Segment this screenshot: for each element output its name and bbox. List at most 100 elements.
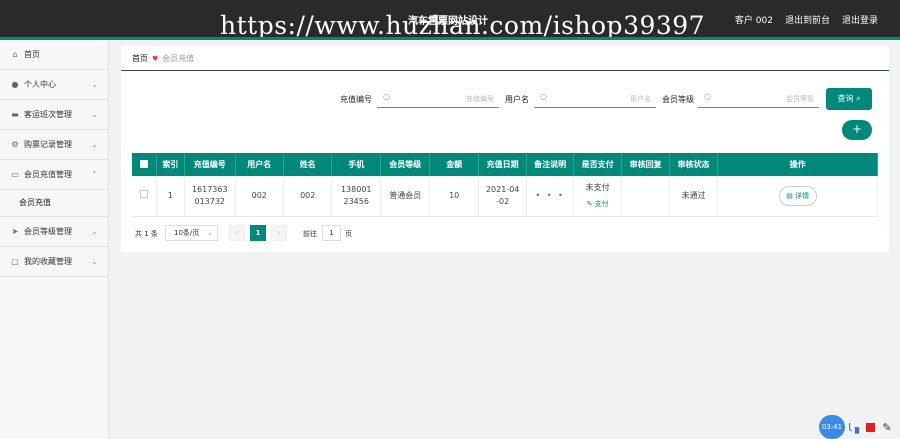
- search-icon: ○: [704, 92, 711, 101]
- cell-phone: 13800123456: [331, 176, 381, 217]
- search-label-recharge-no: 充值编号: [340, 95, 372, 104]
- tool-strip: Ɩ ▖ ✎: [848, 419, 892, 435]
- sidebar-item-label: 会员等级管理: [24, 227, 72, 236]
- sidebar-item-favorites[interactable]: ▢ 我的收藏管理 ⌄: [0, 247, 108, 277]
- cell-recharge-no: 1617363013732: [184, 176, 236, 217]
- record-stop-icon[interactable]: [866, 422, 876, 432]
- cell-date: 2021-04-02: [478, 176, 528, 217]
- cell-index: 1: [156, 176, 186, 217]
- cell-level: 普通会员: [380, 176, 431, 217]
- cell-pay-status: 未支付 ✎ 支付: [573, 176, 623, 217]
- query-button-label: 查询: [837, 94, 854, 103]
- sidebar-subitem-recharge[interactable]: 会员充值: [0, 190, 108, 217]
- cell-actions: ▤ 详情: [717, 176, 878, 217]
- search-input-username[interactable]: ○ 用户名: [534, 90, 656, 108]
- sidebar-item-tickets[interactable]: ⚙ 购票记录管理 ⌄: [0, 130, 108, 160]
- column-header: 充值编号: [184, 153, 236, 176]
- search-input-level[interactable]: ○ 会员等级: [698, 90, 819, 108]
- main-card: 首页 ♥ 会员充值 充值编号 ○ 充值编号 用户名 ○ 用户名 会员等级 ○ 会员等…: [121, 46, 889, 252]
- column-header: 索引: [156, 153, 186, 176]
- sidebar-item-label: 客运班次管理: [24, 110, 72, 119]
- clock-badge[interactable]: 03:41: [819, 415, 845, 439]
- table-header-row: 索引 充值编号 用户名 姓名 手机 会员等级 金额 充值日期 备注说明 是否支付…: [132, 153, 878, 176]
- sidebar-item-home[interactable]: ⌂ 首页: [0, 40, 108, 70]
- sidebar-item-recharge[interactable]: ▭ 会员充值管理 ⌃: [0, 160, 108, 190]
- column-header: 用户名: [235, 153, 285, 176]
- user-menu: 客户 002 退出到前台 退出登录: [735, 13, 878, 26]
- remark-ellipsis[interactable]: • • •: [536, 191, 565, 200]
- user-icon: ●: [11, 80, 19, 89]
- cell-review-status: 未通过: [669, 176, 719, 217]
- recharge-table: 索引 充值编号 用户名 姓名 手机 会员等级 金额 充值日期 备注说明 是否支付…: [132, 153, 878, 217]
- column-header: 手机: [331, 153, 381, 176]
- chevron-down-icon: ⌄: [91, 140, 98, 149]
- search-input-recharge-no[interactable]: ○ 充值编号: [377, 90, 499, 108]
- detail-button[interactable]: ▤ 详情: [778, 185, 817, 206]
- sidebar-item-schedule[interactable]: ▬ 客运班次管理 ⌄: [0, 100, 108, 130]
- sidebar-item-label: 会员充值管理: [24, 170, 72, 179]
- chevron-down-icon: ⌄: [91, 227, 98, 236]
- pay-link[interactable]: ✎ 支付: [574, 198, 621, 210]
- cell-username: 002: [235, 176, 285, 217]
- chevron-down-icon: ⌄: [207, 229, 213, 237]
- monitor-icon: ▬: [11, 110, 19, 119]
- cell-remark: • • •: [526, 176, 574, 217]
- add-button[interactable]: +: [842, 120, 872, 140]
- column-header: 审核状态: [669, 153, 719, 176]
- column-header: 会员等级: [380, 153, 431, 176]
- accent-line: [0, 37, 900, 40]
- page-size-value: 10条/页: [174, 229, 200, 237]
- column-header: 备注说明: [526, 153, 574, 176]
- detail-icon: ▤: [786, 191, 793, 200]
- page-number-current[interactable]: 1: [250, 225, 266, 241]
- sidebar-item-level[interactable]: ➤ 会员等级管理 ⌄: [0, 217, 108, 247]
- breadcrumb: 首页 ♥ 会员充值: [121, 46, 889, 71]
- cell-name: 002: [283, 176, 333, 217]
- chevron-down-icon: ⌄: [91, 110, 98, 119]
- select-all-checkbox[interactable]: [132, 153, 157, 176]
- row-checkbox[interactable]: [132, 176, 157, 217]
- text-cursor-icon[interactable]: Ɩ: [848, 421, 852, 434]
- sidebar: ⌂ 首页 ● 个人中心 ⌄ ▬ 客运班次管理 ⌄ ⚙ 购票记录管理 ⌄ ▭ 会员充值管理 …: [0, 40, 109, 439]
- sidebar-item-label: 首页: [24, 50, 40, 59]
- cell-review-reply: [621, 176, 670, 217]
- table-row: 1 1617363013732 002 002 13800123456 普通会员…: [132, 176, 878, 217]
- chevron-up-icon: ⌃: [91, 170, 98, 179]
- logout-link[interactable]: 退出登录: [842, 13, 878, 26]
- search-label-username: 用户名: [505, 95, 529, 104]
- pen-icon[interactable]: ✎: [882, 421, 891, 434]
- sidebar-item-label: 我的收藏管理: [24, 257, 72, 266]
- search-row: 充值编号 ○ 充值编号 用户名 ○ 用户名 会员等级 ○ 会员等级 查询 ⌕: [121, 88, 889, 110]
- prev-page-button[interactable]: ‹: [229, 225, 245, 241]
- column-header: 是否支付: [573, 153, 623, 176]
- column-header: 操作: [717, 153, 878, 176]
- page-size-select[interactable]: 10条/页 ⌄: [165, 225, 218, 241]
- top-bar: 汽车售票网站设计 https://www.huzhan.com/ishop393…: [0, 0, 900, 40]
- gear-icon: ⚙: [11, 140, 19, 149]
- search-icon: ○: [383, 92, 390, 101]
- pointer-icon[interactable]: ▖: [855, 421, 863, 434]
- current-user[interactable]: 客户 002: [735, 13, 773, 26]
- breadcrumb-home[interactable]: 首页: [132, 54, 148, 63]
- column-header: 金额: [429, 153, 479, 176]
- home-icon: ⌂: [12, 50, 18, 59]
- search-icon: ○: [540, 92, 547, 101]
- pagination-total: 共 1 条: [135, 230, 158, 238]
- column-header: 审核回复: [621, 153, 670, 176]
- send-icon: ➤: [11, 227, 19, 236]
- pay-icon: ✎: [586, 199, 593, 208]
- chat-icon: ▢: [11, 257, 19, 266]
- back-to-frontend-link[interactable]: 退出到前台: [785, 13, 830, 26]
- next-page-button[interactable]: ›: [271, 225, 287, 241]
- search-label-level: 会员等级: [662, 95, 694, 104]
- column-header: 充值日期: [478, 153, 528, 176]
- sidebar-item-profile[interactable]: ● 个人中心 ⌄: [0, 70, 108, 100]
- goto-page-input[interactable]: 1: [322, 225, 341, 241]
- chevron-left-icon: ‹: [235, 228, 239, 237]
- sidebar-item-label: 购票记录管理: [24, 140, 72, 149]
- detail-button-label: 详情: [795, 191, 810, 200]
- pay-link-label: 支付: [594, 199, 609, 208]
- card-icon: ▭: [11, 170, 19, 179]
- query-button[interactable]: 查询 ⌕: [826, 88, 872, 110]
- chevron-down-icon: ⌄: [91, 80, 98, 89]
